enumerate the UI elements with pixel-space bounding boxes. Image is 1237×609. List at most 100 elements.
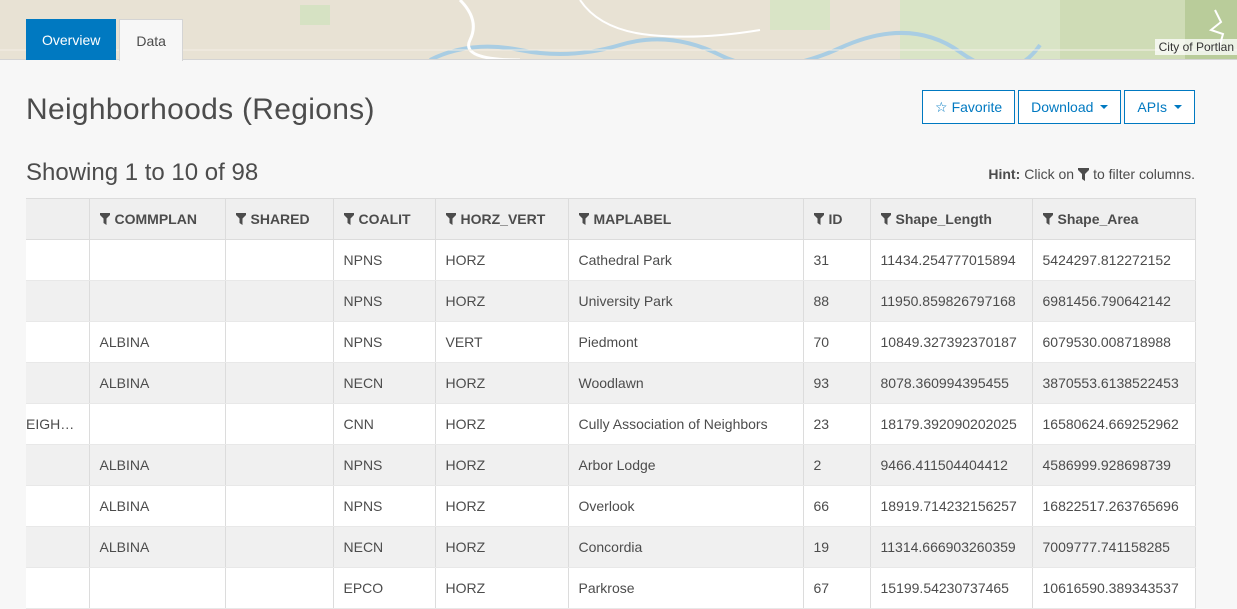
- table-cell: 16822517.263765696: [1032, 485, 1196, 527]
- map-attribution: City of Portlan: [1154, 39, 1237, 55]
- table-cell: 15199.54230737465: [870, 567, 1033, 609]
- table-cell: Piedmont: [568, 321, 804, 363]
- favorite-button[interactable]: ☆ Favorite: [922, 90, 1016, 124]
- table-cell: HORZ: [435, 280, 569, 322]
- column-header-coalit[interactable]: COALIT: [333, 198, 436, 240]
- filter-icon[interactable]: [880, 213, 891, 225]
- apis-button[interactable]: APIs: [1124, 90, 1195, 124]
- table-cell: 10616590.389343537: [1032, 567, 1196, 609]
- table-row[interactable]: ALBINA NPNS HORZ Overlook 66 18919.7142321562…: [26, 485, 1196, 527]
- table-cell: HORZ: [435, 567, 569, 609]
- filter-icon[interactable]: [813, 213, 824, 225]
- map-banner: City of Portlan: [0, 0, 1237, 60]
- column-header-label: SHARED: [250, 211, 310, 227]
- table-cell: 66: [803, 485, 871, 527]
- table-cell: 11434.254777015894: [870, 239, 1033, 281]
- table-cell: VERT: [435, 321, 569, 363]
- table-cell: HORZ: [435, 362, 569, 404]
- table-cell: HORZ: [435, 485, 569, 527]
- table-cell: HORZ: [435, 444, 569, 486]
- column-header-shared[interactable]: SHARED: [225, 198, 334, 240]
- column-header-horz_vert[interactable]: HORZ_VERT: [435, 198, 569, 240]
- table-cell: NPNS: [333, 321, 436, 363]
- table-cell: [26, 444, 90, 486]
- table-cell: [225, 526, 334, 568]
- column-header-maplabel[interactable]: MAPLABEL: [568, 198, 804, 240]
- table-cell: 16580624.669252962: [1032, 403, 1196, 445]
- table-cell: [26, 239, 90, 281]
- column-header-label: ID: [828, 211, 843, 227]
- table-row[interactable]: NPNS HORZ University Park 88 11950.859826797…: [26, 280, 1196, 322]
- showing-count: Showing 1 to 10 of 98: [26, 159, 259, 186]
- table-cell: 2: [803, 444, 871, 486]
- table-cell: 5424297.812272152: [1032, 239, 1196, 281]
- table-row[interactable]: ALBINA NPNS HORZ Arbor Lodge 2 9466.411504404…: [26, 444, 1196, 486]
- filter-icon[interactable]: [235, 213, 246, 225]
- column-header-label: HORZ_VERT: [460, 211, 546, 227]
- table-cell: 23: [803, 403, 871, 445]
- column-header-commplan[interactable]: COMMPLAN: [89, 198, 226, 240]
- column-header-shape_area[interactable]: Shape_Area: [1032, 198, 1196, 240]
- tab-bar: Overview Data: [26, 19, 183, 61]
- table-cell: [225, 567, 334, 609]
- table-cell: Concordia: [568, 526, 804, 568]
- table-cell: [225, 362, 334, 404]
- table-cell: NPNS: [333, 485, 436, 527]
- table-row[interactable]: EIGH… CNN HORZ Cully Association of Neighbo…: [26, 403, 1196, 445]
- table-cell: EIGH…: [26, 403, 90, 445]
- table-cell: [26, 567, 90, 609]
- filter-icon[interactable]: [99, 213, 110, 225]
- table-row[interactable]: NPNS HORZ Cathedral Park 31 11434.2547770158…: [26, 239, 1196, 281]
- table-body: NPNS HORZ Cathedral Park 31 11434.2547770158…: [26, 239, 1196, 609]
- filter-icon[interactable]: [343, 213, 354, 225]
- download-button[interactable]: Download: [1018, 90, 1122, 124]
- table-row[interactable]: ALBINA NECN HORZ Woodlawn 93 8078.36099439545…: [26, 362, 1196, 404]
- table-cell: [26, 362, 90, 404]
- table-row[interactable]: EPCO HORZ Parkrose 67 15199.54230737465 10616…: [26, 567, 1196, 609]
- table-cell: [225, 403, 334, 445]
- table-cell: [89, 280, 226, 322]
- column-header-label: Shape_Area: [1057, 211, 1139, 227]
- table-cell: NPNS: [333, 239, 436, 281]
- table-cell: 88: [803, 280, 871, 322]
- map-image: [0, 0, 1237, 59]
- table-cell: NPNS: [333, 280, 436, 322]
- column-header-shape_length[interactable]: Shape_Length: [870, 198, 1033, 240]
- tab-data[interactable]: Data: [119, 19, 183, 61]
- filter-icon[interactable]: [1042, 213, 1053, 225]
- table-cell: NPNS: [333, 444, 436, 486]
- table-cell: [225, 239, 334, 281]
- table-cell: ALBINA: [89, 444, 226, 486]
- table-cell: Cully Association of Neighbors: [568, 403, 804, 445]
- table-cell: [26, 526, 90, 568]
- table-cell: HORZ: [435, 239, 569, 281]
- caret-down-icon: [1100, 105, 1109, 109]
- filter-icon: [1078, 167, 1090, 181]
- tab-overview[interactable]: Overview: [26, 19, 117, 60]
- table-cell: ALBINA: [89, 321, 226, 363]
- table-cell: CNN: [333, 403, 436, 445]
- column-header-label: Shape_Length: [895, 211, 992, 227]
- filter-hint: Hint: Click on to filter columns.: [988, 166, 1195, 182]
- table-cell: 70: [803, 321, 871, 363]
- hint-text-before: Click on: [1024, 166, 1075, 182]
- table-cell: 10849.327392370187: [870, 321, 1033, 363]
- caret-down-icon: [1174, 105, 1182, 109]
- apis-label: APIs: [1137, 99, 1167, 115]
- table-row[interactable]: ALBINA NPNS VERT Piedmont 70 10849.3273923701…: [26, 321, 1196, 363]
- table-cell: 6981456.790642142: [1032, 280, 1196, 322]
- filter-icon[interactable]: [578, 213, 589, 225]
- page-title: Neighborhoods (Regions): [26, 93, 375, 126]
- column-header-label: COALIT: [358, 211, 411, 227]
- table-row[interactable]: ALBINA NECN HORZ Concordia 19 11314.666903260…: [26, 526, 1196, 568]
- data-table: COMMPLAN SHARED COALIT HORZ_VERT MAPLABEL ID S…: [26, 198, 1196, 609]
- table-cell: NECN: [333, 362, 436, 404]
- table-cell: NECN: [333, 526, 436, 568]
- filter-icon[interactable]: [445, 213, 456, 225]
- column-header-label: COMMPLAN: [114, 211, 197, 227]
- column-header-first[interactable]: [26, 198, 90, 240]
- action-buttons: ☆ Favorite Download APIs: [922, 90, 1195, 124]
- table-cell: 6079530.008718988: [1032, 321, 1196, 363]
- column-header-id[interactable]: ID: [803, 198, 871, 240]
- table-cell: Cathedral Park: [568, 239, 804, 281]
